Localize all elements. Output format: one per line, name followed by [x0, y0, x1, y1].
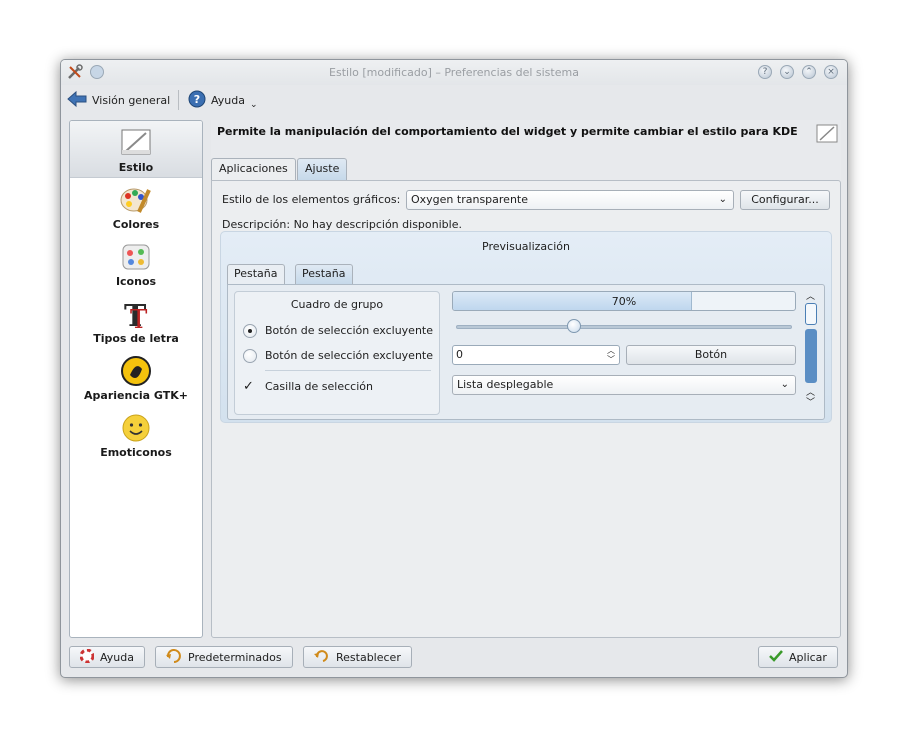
reset-icon	[314, 649, 330, 666]
checkbox-label: Casilla de selección	[265, 380, 373, 393]
chevron-down-icon: ⌄	[249, 100, 258, 110]
preview-button[interactable]: Botón	[626, 345, 796, 365]
tab-pestana-2[interactable]: Pestaña 2	[295, 264, 353, 298]
window: Estilo [modificado] – Preferencias del s…	[60, 59, 848, 678]
combo-value: Lista desplegable	[457, 378, 554, 391]
page-headline: Permite la manipulación del comportamien…	[217, 125, 798, 138]
fonts-icon: TT	[120, 298, 152, 335]
emoticons-icon	[120, 412, 152, 447]
groupbox-title: Cuadro de grupo	[290, 298, 384, 311]
toolbar: Visión general ? Ayuda ⌄	[61, 85, 847, 115]
tab-label: Aplicaciones	[219, 162, 288, 175]
help-circle-icon: ?	[188, 90, 206, 111]
reset-button[interactable]: Restablecer	[303, 646, 412, 668]
style-icon	[120, 127, 152, 160]
spin-value: 0	[456, 348, 463, 361]
configure-button[interactable]: Configurar...	[740, 190, 830, 210]
help-label: Ayuda	[211, 93, 245, 107]
tab-ajuste-fino[interactable]: Ajuste fino	[297, 158, 348, 195]
divider	[265, 370, 431, 371]
tab-panel: Estilo de los elementos gráficos: Oxygen…	[211, 180, 841, 638]
style-icon	[816, 123, 838, 148]
sidebar-item-label: Estilo	[118, 161, 154, 174]
sidebar-item-label: Iconos	[115, 275, 157, 288]
button-label: Botón	[694, 348, 728, 361]
gtk-icon	[120, 355, 152, 390]
icons-icon	[120, 241, 152, 276]
svg-text:T: T	[130, 305, 148, 330]
preview-frame: Previsualización Pestaña 1 Pestaña 2 Cua…	[220, 231, 832, 423]
scroll-up-icon[interactable]: ︿	[806, 289, 815, 302]
help-icon[interactable]: ?	[758, 65, 772, 79]
combo-value: Oxygen transparente	[411, 193, 528, 206]
groupbox: Cuadro de grupo Botón de selección exclu…	[234, 291, 440, 415]
close-icon[interactable]: ×	[824, 65, 838, 79]
tab-aplicaciones[interactable]: Aplicaciones	[211, 158, 296, 181]
sidebar-item-estilo[interactable]: Estilo	[70, 121, 202, 178]
help-button[interactable]: Ayuda	[69, 646, 145, 668]
button-label: Restablecer	[336, 650, 401, 664]
slider-track[interactable]	[456, 325, 792, 329]
radio-label-1: Botón de selección excluyente	[265, 324, 434, 337]
sidebar-item-label: Tipos de letra	[93, 332, 179, 345]
apply-button[interactable]: Aplicar	[758, 646, 838, 668]
sidebar-item-tipos-de-letra[interactable]: TT Tipos de letra	[70, 292, 202, 349]
chevron-down-icon: ⌄	[780, 379, 789, 390]
sidebar-item-label: Emoticonos	[100, 446, 172, 459]
svg-text:?: ?	[194, 93, 200, 106]
maximize-icon[interactable]: ⌃	[802, 65, 816, 79]
widget-style-label: Estilo de los elementos gráficos:	[222, 193, 401, 206]
checkmark-icon	[769, 649, 783, 665]
overview-button[interactable]: Visión general	[67, 88, 170, 112]
button-label: Aplicar	[789, 650, 827, 664]
title-bar[interactable]: Estilo [modificado] – Preferencias del s…	[61, 60, 847, 85]
sidebar: Estilo Colores Iconos TT Tipos de letra …	[69, 120, 203, 638]
description-text: Descripción: No hay descripción disponib…	[222, 218, 462, 231]
chevron-down-icon: ⌄	[718, 194, 727, 205]
radio-button-2[interactable]	[243, 349, 257, 363]
radio-label-2: Botón de selección excluyente	[265, 349, 434, 362]
sidebar-item-emoticonos[interactable]: Emoticonos	[70, 406, 202, 463]
button-bar: Ayuda Predeterminados Restablecer Aplica…	[61, 646, 847, 670]
progress-bar: 70%	[452, 291, 796, 311]
toolbar-separator	[178, 90, 179, 110]
window-title: Estilo [modificado] – Preferencias del s…	[329, 66, 579, 79]
scrollbar[interactable]: ︿ ︿ ﹀	[804, 289, 818, 408]
sidebar-item-colores[interactable]: Colores	[70, 178, 202, 235]
colors-icon	[119, 184, 153, 219]
spin-arrows-icon[interactable]: ︿ ﹀	[607, 346, 615, 364]
scroll-track[interactable]	[805, 329, 817, 383]
minimize-icon[interactable]: ⌄	[780, 65, 794, 79]
widget-style-combobox[interactable]: Oxygen transparente ⌄	[406, 190, 734, 210]
back-arrow-icon	[67, 90, 87, 111]
preview-dropdown[interactable]: Lista desplegable ⌄	[452, 375, 796, 395]
main-content: Permite la manipulación del comportamien…	[211, 120, 841, 638]
preview-title: Previsualización	[482, 240, 570, 253]
overview-label: Visión general	[92, 93, 171, 107]
help-menu-button[interactable]: ? Ayuda ⌄	[188, 88, 258, 112]
tab-pestana-1[interactable]: Pestaña 1	[227, 264, 285, 298]
sidebar-item-apariencia-gtk[interactable]: Apariencia GTK+	[70, 349, 202, 406]
defaults-icon	[166, 648, 182, 666]
preview-tab-panel: Cuadro de grupo Botón de selección exclu…	[227, 284, 825, 420]
button-label: Configurar...	[751, 193, 819, 206]
button-label: Predeterminados	[188, 650, 282, 664]
defaults-button[interactable]: Predeterminados	[155, 646, 293, 668]
scroll-thumb[interactable]	[805, 303, 817, 325]
help-lifebuoy-icon	[79, 648, 95, 666]
sidebar-item-iconos[interactable]: Iconos	[70, 235, 202, 292]
sidebar-item-label: Colores	[112, 218, 160, 231]
button-label: Ayuda	[100, 650, 134, 664]
spinbox[interactable]: 0 ︿ ﹀	[452, 345, 620, 365]
sidebar-item-label: Apariencia GTK+	[84, 389, 188, 402]
checkbox[interactable]: ✓	[243, 380, 254, 394]
scroll-down-icon[interactable]: ﹀	[806, 395, 815, 408]
slider-handle[interactable]	[566, 319, 581, 333]
radio-button-1[interactable]	[243, 324, 257, 338]
progress-text: 70%	[611, 295, 637, 308]
